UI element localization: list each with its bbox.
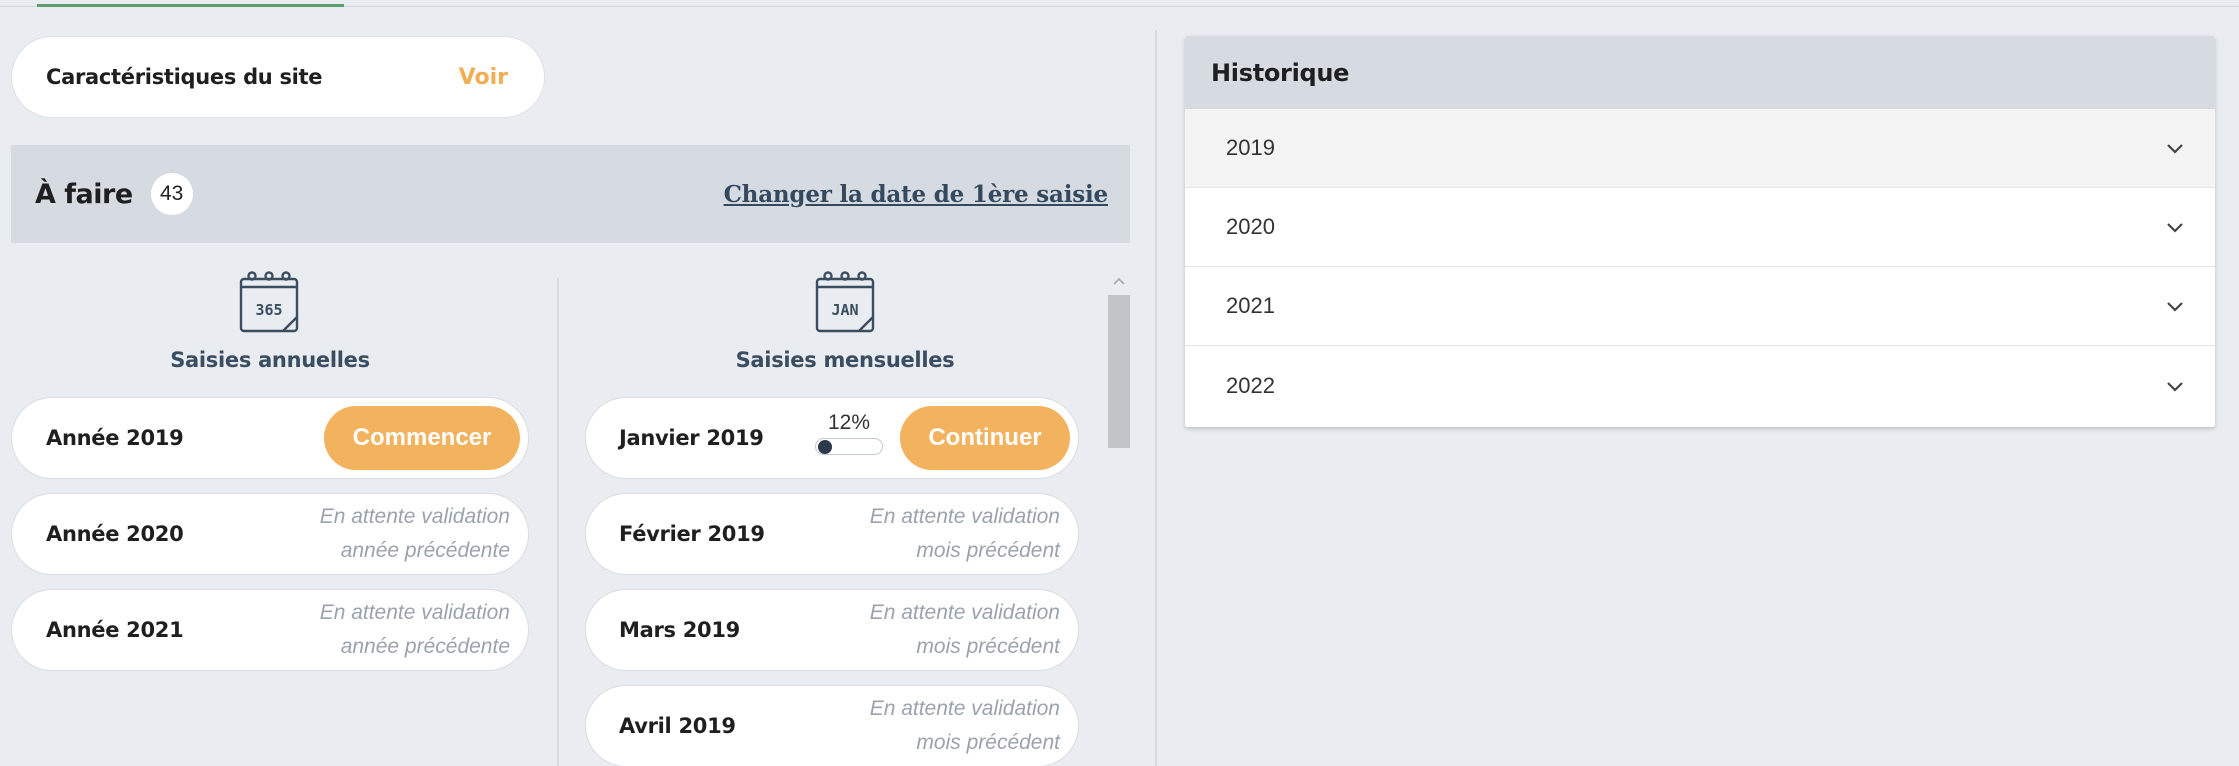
scrollbar-thumb[interactable]: [1108, 295, 1130, 448]
pending-status: En attente validation mois précédent: [870, 596, 1060, 664]
history-year: 2020: [1226, 214, 1275, 239]
annual-item-label: Année 2020: [46, 522, 184, 546]
chevron-down-icon: [2167, 381, 2183, 392]
pending-line-2: mois précédent: [916, 539, 1060, 562]
history-year: 2021: [1226, 293, 1275, 318]
main-divider: [1155, 30, 1157, 766]
chevron-down-icon: [2167, 302, 2183, 312]
start-button[interactable]: Commencer: [324, 406, 520, 470]
calendar-365-text: 365: [255, 301, 282, 319]
column-divider: [557, 278, 559, 766]
monthly-item-label: Février 2019: [619, 522, 765, 546]
pending-status: En attente validation mois précédent: [870, 500, 1060, 568]
todo-header: À faire 43 Changer la date de 1ère saisi…: [11, 145, 1130, 243]
calendar-jan-icon: JAN: [813, 270, 877, 334]
annual-item-label: Année 2019: [46, 426, 184, 450]
monthly-item-label: Mars 2019: [619, 618, 740, 642]
calendar-365-icon: 365: [237, 270, 301, 334]
pending-line-2: année précédente: [340, 635, 510, 658]
annual-item-2021: Année 2021 En attente validation année p…: [11, 589, 529, 671]
pending-line-2: mois précédent: [916, 635, 1060, 658]
monthly-item-label: Avril 2019: [619, 714, 736, 738]
history-row-2021[interactable]: 2021: [1185, 267, 2215, 346]
annual-heading: Saisies annuelles: [170, 348, 370, 372]
history-row-2019[interactable]: 2019: [1185, 109, 2215, 188]
pending-line-1: En attente validation: [319, 505, 510, 528]
history-row-2022[interactable]: 2022: [1185, 346, 2215, 425]
progress-knob: [818, 440, 832, 454]
active-tab-indicator: [37, 4, 344, 7]
pending-line-2: année précédente: [340, 539, 510, 562]
pending-line-1: En attente validation: [869, 505, 1060, 528]
continue-button[interactable]: Continuer: [900, 406, 1070, 470]
pending-line-1: En attente validation: [869, 601, 1060, 624]
pending-line-1: En attente validation: [319, 601, 510, 624]
progress-indicator: 12%: [815, 411, 883, 455]
monthly-item-avril-2019: Avril 2019 En attente validation mois pr…: [585, 685, 1079, 766]
view-site-link[interactable]: Voir: [459, 65, 508, 90]
pending-status: En attente validation année précédente: [320, 596, 510, 664]
scroll-up-arrow-icon[interactable]: [1108, 270, 1130, 292]
history-year: 2022: [1226, 372, 1275, 398]
annual-item-label: Année 2021: [46, 618, 184, 642]
site-characteristics-card: Caractéristiques du site Voir: [11, 36, 545, 118]
pending-line-1: En attente validation: [869, 697, 1060, 720]
monthly-heading: Saisies mensuelles: [735, 348, 955, 372]
history-year: 2019: [1226, 135, 1275, 160]
monthly-item-fevrier-2019: Février 2019 En attente validation mois …: [585, 493, 1079, 575]
chevron-down-icon: [2167, 144, 2183, 154]
calendar-jan-text: JAN: [831, 301, 858, 319]
site-characteristics-title: Caractéristiques du site: [46, 65, 323, 89]
monthly-item-label: Janvier 2019: [619, 426, 764, 450]
history-row-2020[interactable]: 2020: [1185, 188, 2215, 267]
monthly-item-mars-2019: Mars 2019 En attente validation mois pré…: [585, 589, 1079, 671]
change-first-date-link[interactable]: Changer la date de 1ère saisie: [724, 181, 1109, 208]
todo-count-badge: 43: [150, 173, 193, 215]
pending-status: En attente validation mois précédent: [870, 692, 1060, 760]
pending-status: En attente validation année précédente: [320, 500, 510, 568]
chevron-down-icon: [2167, 223, 2183, 233]
history-panel: Historique 2019 2020 2021 2022: [1185, 36, 2215, 427]
annual-item-2020: Année 2020 En attente validation année p…: [11, 493, 529, 575]
progress-percent: 12%: [827, 411, 871, 434]
history-title: Historique: [1185, 36, 2215, 109]
annual-item-2019[interactable]: Année 2019 Commencer: [11, 397, 529, 479]
todo-title: À faire: [35, 178, 133, 210]
progress-bar: [815, 438, 883, 455]
pending-line-2: mois précédent: [916, 731, 1060, 754]
